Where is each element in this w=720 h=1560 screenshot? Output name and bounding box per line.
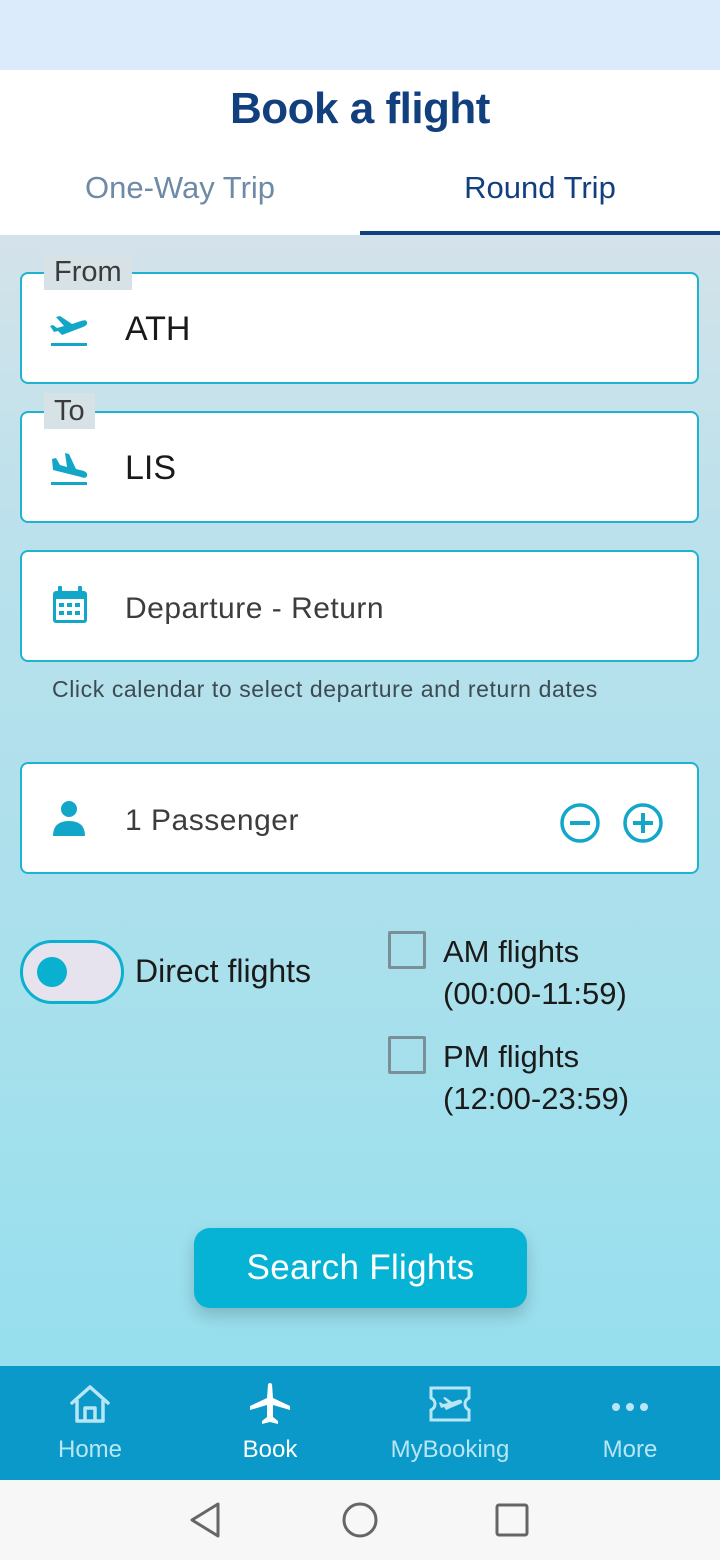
nav-label-home: Home (57, 1436, 123, 1463)
status-bar (0, 0, 720, 70)
pm-flights-title: PM flights (443, 1039, 580, 1074)
nav-item-more[interactable]: More (540, 1366, 720, 1480)
to-field[interactable]: To LIS (20, 393, 699, 523)
flight-land-icon (51, 453, 88, 485)
pm-flights-label: PM flights (12:00-23:59) (443, 1036, 629, 1120)
tab-one-way-trip[interactable]: One-Way Trip (0, 170, 360, 206)
ticket-icon (429, 1386, 471, 1422)
booking-form: From ATH To LIS Departure - Return Click… (0, 235, 720, 1366)
to-label: To (44, 393, 95, 429)
pm-flights-time-range: (12:00-23:59) (443, 1081, 630, 1116)
search-flights-button[interactable]: Search Flights (194, 1228, 527, 1308)
increase-passengers-button[interactable] (622, 802, 664, 844)
direct-flights-toggle[interactable] (20, 940, 124, 1004)
am-flights-title: AM flights (443, 934, 580, 969)
nav-item-home[interactable]: Home (0, 1366, 180, 1480)
nav-label-book: Book (242, 1436, 298, 1463)
flight-takeoff-icon (50, 316, 88, 346)
calendar-icon[interactable] (50, 586, 92, 624)
nav-label-more: More (602, 1436, 658, 1463)
passenger-count: 1 Passenger (125, 804, 299, 837)
pm-flights-checkbox[interactable] (388, 1036, 426, 1074)
nav-item-book[interactable]: Book (180, 1366, 360, 1480)
from-value: ATH (125, 310, 191, 348)
dates-hint: Click calendar to select departure and r… (52, 676, 598, 702)
toggle-knob (37, 957, 67, 987)
airplane-icon (250, 1383, 290, 1424)
nav-label-mybooking: MyBooking (390, 1436, 510, 1463)
page-title: Book a flight (230, 84, 490, 133)
am-flights-label: AM flights (00:00-11:59) (443, 931, 627, 1015)
dates-field[interactable]: Departure - Return (20, 550, 699, 662)
tab-round-trip[interactable]: Round Trip (360, 170, 720, 206)
dates-placeholder: Departure - Return (125, 592, 385, 625)
passengers-field: 1 Passenger (20, 762, 699, 874)
recents-icon[interactable] (492, 1500, 532, 1540)
header: Book a flight One-Way Trip Round Trip (0, 70, 720, 235)
decrease-passengers-button[interactable] (559, 802, 601, 844)
system-nav-bar (0, 1480, 720, 1560)
home-icon (70, 1385, 110, 1423)
person-icon (53, 801, 85, 836)
from-label: From (44, 254, 132, 290)
back-icon[interactable] (186, 1500, 226, 1540)
direct-flights-label: Direct flights (135, 953, 312, 989)
am-flights-checkbox[interactable] (388, 931, 426, 969)
nav-item-mybooking[interactable]: MyBooking (360, 1366, 540, 1480)
more-dots-icon (612, 1403, 648, 1411)
home-circle-icon[interactable] (340, 1500, 380, 1540)
from-field[interactable]: From ATH (20, 254, 699, 384)
am-flights-time-range: (00:00-11:59) (443, 976, 627, 1011)
to-value: LIS (125, 449, 177, 487)
bottom-nav: Home Book MyBooking More (0, 1366, 720, 1480)
